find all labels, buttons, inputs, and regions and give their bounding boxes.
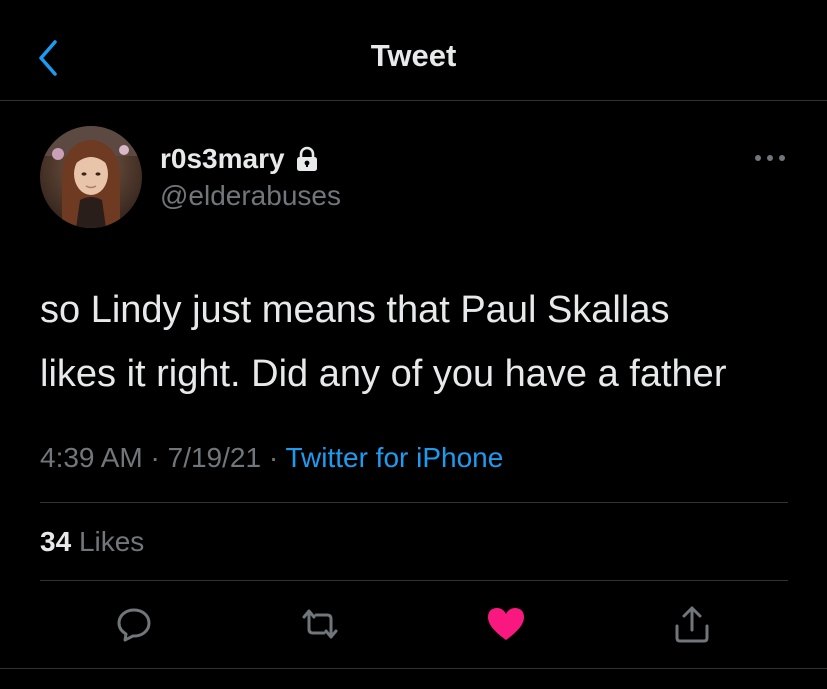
reply-button[interactable] xyxy=(108,598,160,650)
heart-icon xyxy=(488,608,524,640)
header-bar: Tweet xyxy=(0,0,827,101)
share-button[interactable] xyxy=(666,598,718,650)
likes-label: Likes xyxy=(78,526,145,557)
retweet-icon xyxy=(302,609,338,639)
more-options-button[interactable] xyxy=(752,148,788,168)
tweet-time[interactable]: 4:39 AM xyxy=(40,442,143,473)
divider xyxy=(0,668,827,669)
tweet-text-line: so Lindy just means that Paul Skallas xyxy=(40,289,670,331)
meta-separator: · xyxy=(150,442,160,473)
share-icon xyxy=(675,606,709,643)
action-bar xyxy=(0,598,827,654)
tweet-text-line: likes it right. Did any of you have a fa… xyxy=(40,353,727,395)
tweet-meta: 4:39 AM · 7/19/21 · Twitter for iPhone xyxy=(40,442,503,474)
author-display-name[interactable]: r0s3mary xyxy=(160,143,285,175)
divider xyxy=(40,580,788,581)
more-dots-icon xyxy=(755,155,785,161)
likes-count: 34 xyxy=(40,526,72,557)
lock-icon xyxy=(295,146,319,172)
page-title: Tweet xyxy=(370,38,457,73)
tweet-text: so Lindy just means that Paul Skallas li… xyxy=(40,278,800,406)
like-button[interactable] xyxy=(480,598,532,650)
tweet-source-link[interactable]: Twitter for iPhone xyxy=(285,442,503,473)
meta-separator: · xyxy=(268,442,279,473)
author-handle[interactable]: @elderabuses xyxy=(160,180,341,212)
author-name-row: r0s3mary xyxy=(160,143,319,175)
retweet-button[interactable] xyxy=(294,598,346,650)
divider xyxy=(40,502,788,503)
avatar-image xyxy=(40,126,142,228)
avatar[interactable] xyxy=(40,126,142,228)
likes-stat[interactable]: 34 Likes xyxy=(40,526,144,558)
tweet-date[interactable]: 7/19/21 xyxy=(168,442,261,473)
reply-icon xyxy=(117,608,151,642)
